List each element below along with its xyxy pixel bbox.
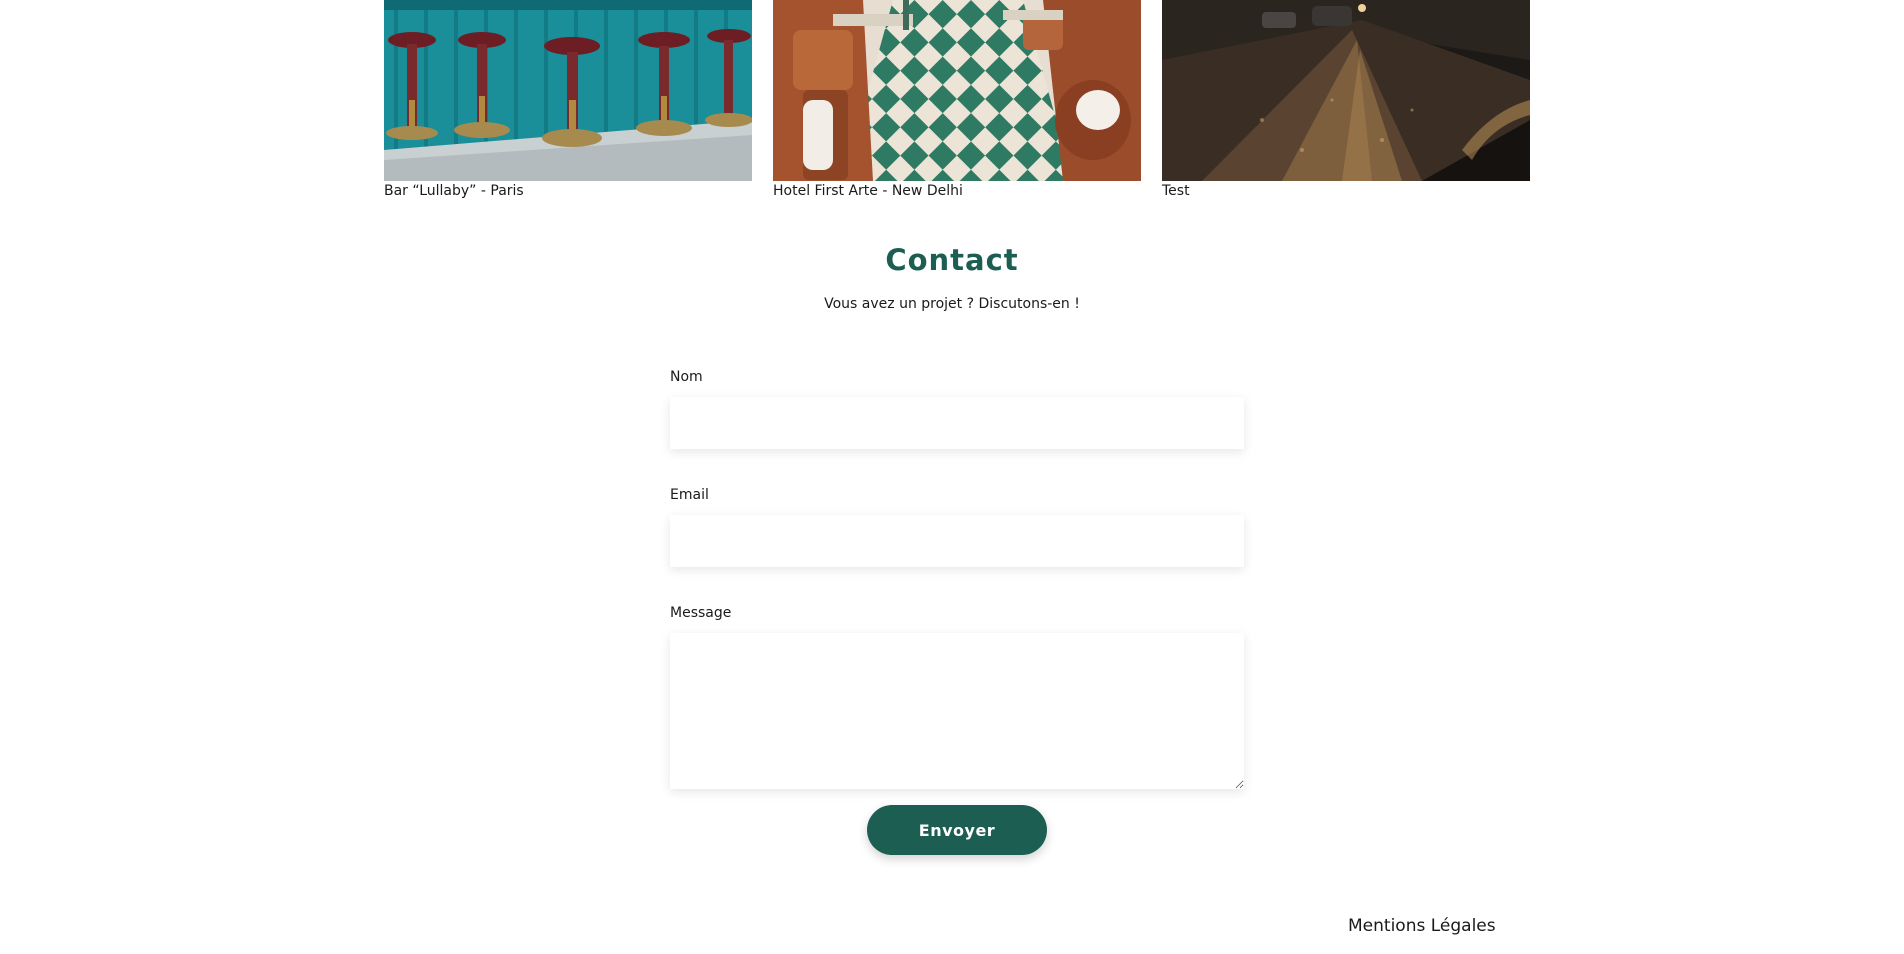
email-field-group: Email <box>670 486 1244 567</box>
page: Bar “Lullaby” - Paris Hotel First Arte -… <box>0 0 1904 954</box>
submit-button[interactable]: Envoyer <box>867 805 1047 855</box>
message-label: Message <box>670 605 732 621</box>
project-gallery: Bar “Lullaby” - Paris Hotel First Arte -… <box>384 0 1530 200</box>
email-input[interactable] <box>670 515 1244 567</box>
legal-notice-link[interactable]: Mentions Légales <box>1348 915 1496 937</box>
message-textarea[interactable] <box>670 633 1244 789</box>
project-image-bar-lullaby[interactable] <box>384 0 752 181</box>
project-card[interactable]: Test <box>1162 0 1530 199</box>
email-label: Email <box>670 487 709 503</box>
project-image-hotel-first-arte[interactable] <box>773 0 1141 181</box>
project-card[interactable]: Bar “Lullaby” - Paris <box>384 0 752 199</box>
project-image-test[interactable] <box>1162 0 1530 181</box>
message-field-group: Message <box>670 604 1244 789</box>
project-card[interactable]: Hotel First Arte - New Delhi <box>773 0 1141 199</box>
name-input[interactable] <box>670 397 1244 449</box>
contact-title: Contact <box>885 243 1019 277</box>
name-field-group: Nom <box>670 368 1244 449</box>
project-caption: Bar “Lullaby” - Paris <box>384 183 524 199</box>
contact-form: Nom Email Message <box>670 368 1244 789</box>
project-caption: Hotel First Arte - New Delhi <box>773 183 963 199</box>
project-caption: Test <box>1162 183 1190 199</box>
name-label: Nom <box>670 369 703 385</box>
contact-subtitle: Vous avez un projet ? Discutons-en ! <box>824 296 1080 312</box>
